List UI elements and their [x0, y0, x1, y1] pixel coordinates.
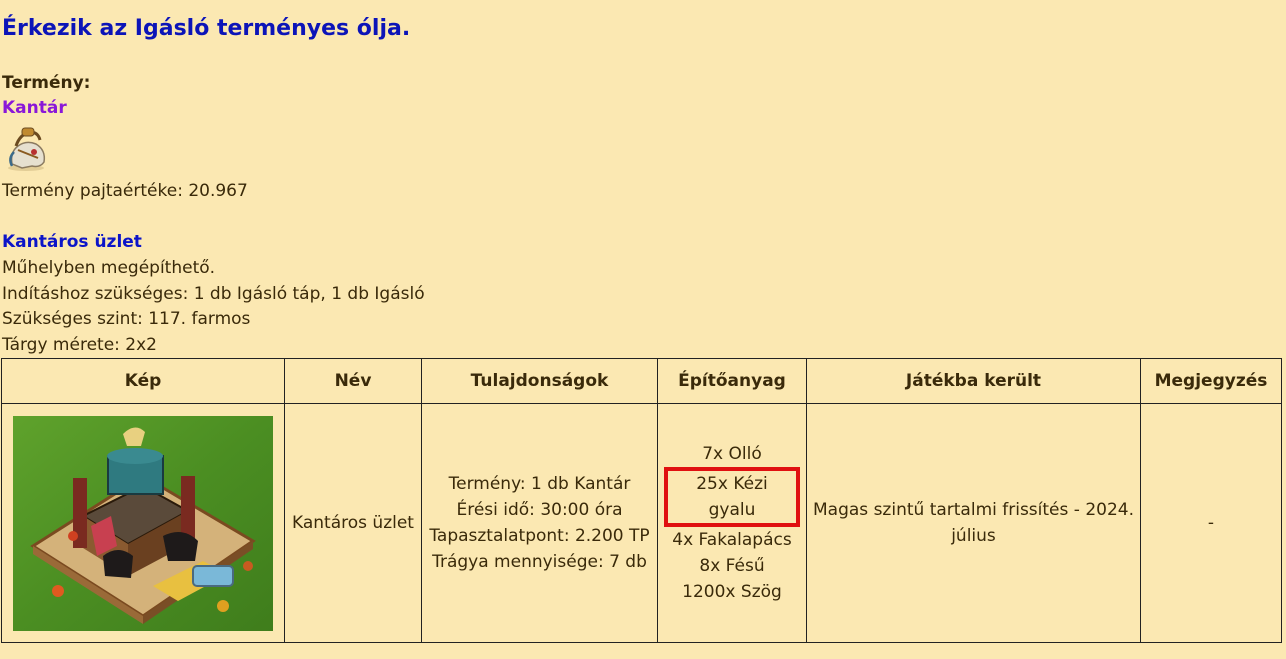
header-image: Kép — [1, 358, 285, 404]
crop-name-link[interactable]: Kantár — [2, 97, 67, 119]
header-note: Megjegyzés — [1140, 358, 1282, 404]
table-row: Kantáros üzlet Termény: 1 db Kantár Érés… — [1, 403, 1282, 643]
material-item: 4x Fakalapács — [672, 530, 792, 550]
image-cell — [1, 403, 285, 643]
crop-label: Termény: — [2, 73, 91, 93]
bridle-shop-building-icon — [13, 415, 273, 631]
name-cell: Kantáros üzlet — [284, 403, 422, 643]
building-info-line: Műhelyben megépíthető. — [2, 258, 216, 278]
material-item: 1200x Szög — [682, 582, 782, 602]
added-cell: Magas szintű tartalmi frissítés - 2024. … — [806, 403, 1141, 643]
property-line: Tapasztalatpont: 2.200 TP — [429, 526, 650, 546]
table-header-row: Kép Név Tulajdonságok Építőanyag Játékba… — [1, 358, 1282, 404]
property-line: Termény: 1 db Kantár — [448, 474, 631, 494]
building-table: Kép Név Tulajdonságok Építőanyag Játékba… — [1, 358, 1282, 643]
property-line: Trágya mennyisége: 7 db — [432, 552, 647, 572]
building-info-line: Indításhoz szükséges: 1 db Igásló táp, 1… — [2, 284, 425, 304]
material-item: 7x Olló — [702, 444, 762, 464]
header-added: Játékba került — [806, 358, 1141, 404]
building-info-line: Szükséges szint: 117. farmos — [2, 309, 251, 329]
note-cell: - — [1140, 403, 1282, 643]
bridle-icon — [8, 127, 46, 171]
materials-cell: 7x Olló 25x Kézi gyalu 4x Fakalapács 8x … — [657, 403, 807, 643]
page: Érkezik az Igásló terményes ólja. Termén… — [0, 0, 1286, 659]
building-name-link[interactable]: Kantáros üzlet — [2, 231, 142, 253]
crop-barn-value: Termény pajtaértéke: 20.967 — [2, 181, 248, 201]
properties-cell: Termény: 1 db Kantár Érési idő: 30:00 ór… — [421, 403, 658, 643]
building-info-line: Tárgy mérete: 2x2 — [2, 335, 157, 355]
header-properties: Tulajdonságok — [421, 358, 658, 404]
header-name: Név — [284, 358, 422, 404]
material-item-highlighted: 25x Kézi gyalu — [664, 467, 800, 527]
material-item: 8x Fésű — [699, 556, 765, 576]
page-title: Érkezik az Igásló terményes ólja. — [2, 16, 411, 41]
property-line: Érési idő: 30:00 óra — [456, 500, 623, 520]
header-materials: Építőanyag — [657, 358, 807, 404]
